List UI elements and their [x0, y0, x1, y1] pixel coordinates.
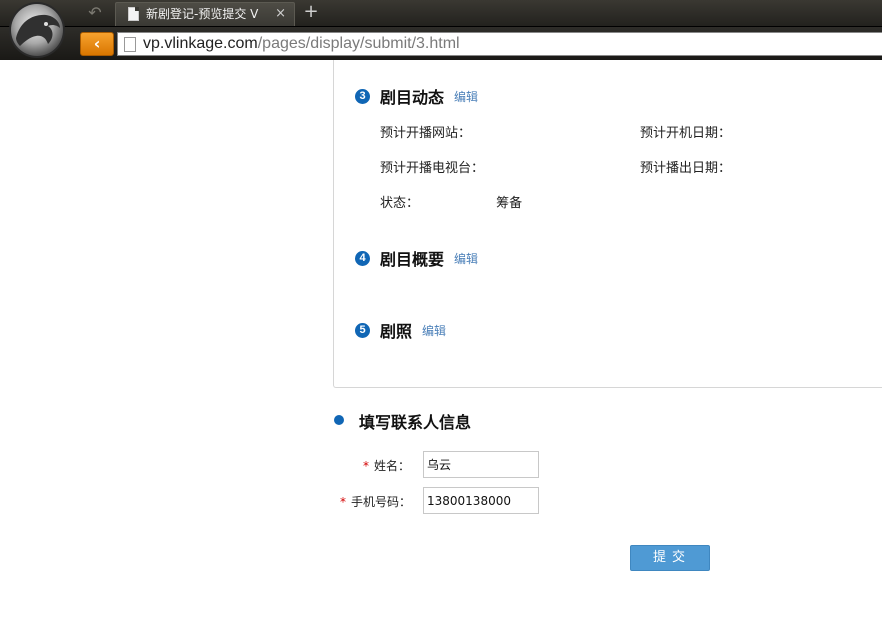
field-label: 预计开机日期：	[640, 126, 732, 141]
url-host: vp.vlinkage.com	[143, 35, 258, 52]
field-planned-website: 预计开播网站：	[380, 122, 471, 141]
phone-input[interactable]	[423, 487, 539, 514]
history-back-icon[interactable]: ↶	[78, 2, 112, 24]
phone-label: * 手机号码：	[340, 493, 411, 510]
url-path: /pages/display/submit/3.html	[257, 35, 460, 52]
name-label-text: 姓名：	[374, 459, 411, 473]
browser-logo-icon[interactable]	[2, 0, 74, 60]
section-number-badge: 4	[355, 250, 370, 266]
edit-link[interactable]: 编辑	[454, 250, 478, 267]
section-drama-stills: 5 剧照 编辑	[355, 318, 446, 342]
submit-button[interactable]: 提交	[630, 545, 710, 571]
phone-label-text: 手机号码：	[351, 495, 412, 509]
close-icon[interactable]: ×	[275, 3, 286, 25]
field-label: 预计开播网站：	[380, 126, 472, 141]
field-planned-air-date: 预计播出日期：	[640, 157, 731, 176]
field-label: 状态：	[380, 196, 420, 211]
section-title: 剧照	[380, 322, 413, 341]
section-bullet-icon	[334, 415, 344, 425]
tab-active[interactable]: 新剧登记-预览提交 V ×	[115, 2, 295, 26]
document-icon	[128, 7, 139, 21]
edit-link[interactable]: 编辑	[454, 88, 478, 105]
field-value: 筹备	[496, 196, 523, 211]
name-label: * 姓名：	[363, 457, 410, 474]
section-number-badge: 3	[355, 88, 370, 104]
section-drama-status: 3 剧目动态 编辑	[355, 84, 478, 108]
url-text: vp.vlinkage.com/pages/display/submit/3.h…	[143, 34, 460, 54]
page-icon	[124, 37, 136, 52]
field-status: 状态： 筹备	[380, 192, 522, 211]
back-button[interactable]: ‹	[80, 32, 114, 56]
section-number-badge: 5	[355, 322, 370, 338]
field-label: 预计开播电视台：	[380, 161, 485, 176]
section-title: 剧目动态	[380, 88, 445, 107]
required-mark: *	[340, 495, 346, 509]
edit-link[interactable]: 编辑	[422, 322, 446, 339]
field-label: 预计播出日期：	[640, 161, 732, 176]
required-mark: *	[363, 459, 369, 473]
field-planned-shoot-date: 预计开机日期：	[640, 122, 731, 141]
browser-toolbar: ‹ vp.vlinkage.com/pages/display/submit/3…	[0, 26, 882, 60]
tab-title: 新剧登记-预览提交 V	[146, 7, 259, 21]
field-planned-tv-station: 预计开播电视台：	[380, 157, 484, 176]
section-title: 剧目概要	[380, 250, 445, 269]
name-input[interactable]	[423, 451, 539, 478]
address-bar[interactable]: vp.vlinkage.com/pages/display/submit/3.h…	[117, 32, 882, 56]
section-drama-summary: 4 剧目概要 编辑	[355, 246, 478, 270]
browser-chrome: ↶ 新剧登记-预览提交 V × + ‹ vp.vlinkage.com/page…	[0, 0, 882, 60]
new-tab-button[interactable]: +	[300, 2, 322, 24]
contact-section-title: 填写联系人信息	[359, 413, 472, 432]
